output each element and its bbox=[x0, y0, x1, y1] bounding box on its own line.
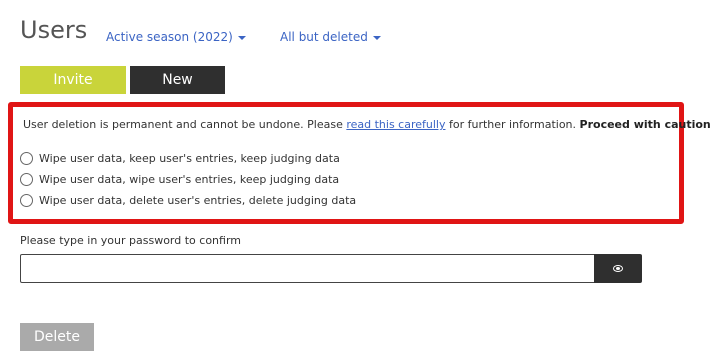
option-label: Wipe user data, wipe user's entries, kee… bbox=[39, 173, 340, 186]
warning-text-after: for further information. bbox=[445, 118, 580, 131]
radio-button[interactable] bbox=[20, 152, 33, 165]
eye-icon bbox=[613, 265, 623, 272]
option-label: Wipe user data, keep user's entries, kee… bbox=[39, 152, 340, 165]
option-wipe-wipe-entries-keep-judging[interactable]: Wipe user data, wipe user's entries, kee… bbox=[20, 173, 339, 186]
deletion-warning-panel: User deletion is permanent and cannot be… bbox=[8, 102, 711, 224]
invite-users-button[interactable]: Invite users bbox=[20, 66, 126, 116]
password-label: Please type in your password to confirm bbox=[20, 234, 241, 247]
option-wipe-delete-entries-delete-judging[interactable]: Wipe user data, delete user's entries, d… bbox=[20, 194, 356, 207]
read-carefully-link[interactable]: read this carefully bbox=[346, 118, 445, 131]
status-filter-dropdown[interactable]: All but deleted bbox=[280, 30, 381, 44]
password-field[interactable] bbox=[20, 254, 595, 283]
warning-emphasis: Proceed with caution. bbox=[579, 118, 711, 131]
delete-button[interactable]: Delete bbox=[20, 323, 94, 351]
option-label: Wipe user data, delete user's entries, d… bbox=[39, 194, 357, 207]
chevron-down-icon bbox=[237, 35, 246, 40]
option-wipe-keep-entries-keep-judging[interactable]: Wipe user data, keep user's entries, kee… bbox=[20, 152, 340, 165]
chevron-down-icon bbox=[372, 35, 381, 40]
radio-button[interactable] bbox=[20, 173, 33, 186]
season-filter-label: Active season (2022) bbox=[106, 30, 233, 44]
season-filter-dropdown[interactable]: Active season (2022) bbox=[106, 30, 246, 44]
new-user-button[interactable]: New user bbox=[130, 66, 225, 116]
toggle-password-visibility-button[interactable] bbox=[594, 254, 642, 283]
radio-button[interactable] bbox=[20, 194, 33, 207]
page-title: Users bbox=[20, 16, 88, 44]
status-filter-label: All but deleted bbox=[280, 30, 368, 44]
warning-text-before: User deletion is permanent and cannot be… bbox=[23, 118, 347, 131]
warning-text: User deletion is permanent and cannot be… bbox=[23, 118, 711, 131]
